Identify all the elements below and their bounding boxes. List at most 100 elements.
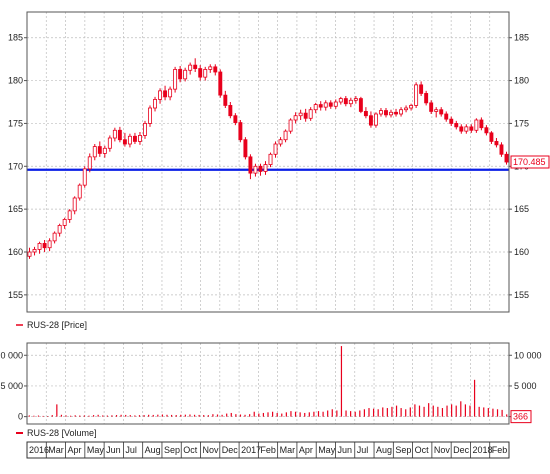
time-axis-label: Nov (434, 445, 451, 455)
volume-panel[interactable]: 0 000 5 000 0 10 000 5 000 0 366 (0, 342, 542, 425)
price-legend: RUS-28 [Price] (16, 320, 87, 330)
candle-body (459, 126, 464, 132)
price-right-tick-label: 180 (514, 76, 529, 86)
time-axis-label: Feb (492, 445, 508, 455)
candle-body (449, 118, 454, 124)
candle-body (67, 210, 72, 220)
candle-body (122, 139, 127, 145)
candle-body (368, 115, 373, 126)
volume-left-tick-label: 0 000 (0, 350, 23, 360)
candle-body (323, 102, 328, 108)
price-right-tick-label: 155 (514, 290, 529, 300)
candle-body (32, 249, 37, 253)
candle-body (434, 109, 439, 112)
candle-body (469, 126, 474, 131)
candle-body (198, 68, 203, 78)
candle-body (27, 251, 32, 257)
candle-body (42, 243, 47, 249)
candle-body (243, 139, 248, 158)
price-right-tick-label: 185 (514, 33, 529, 43)
candle-body (363, 111, 368, 117)
candle-body (223, 94, 228, 106)
time-axis-label: Apr (299, 445, 313, 455)
candle-body (474, 119, 479, 131)
candle-body (37, 243, 42, 250)
volume-right-tick-label: 5 000 (514, 381, 537, 391)
candle-body (228, 105, 233, 117)
candle-body (233, 115, 238, 123)
time-axis-label: Oct (415, 445, 430, 455)
time-axis-label: Jun (106, 445, 121, 455)
volume-last-value-marker: 366 (510, 410, 532, 424)
candle-body (168, 88, 173, 98)
candle-body (117, 129, 122, 141)
candle-body (97, 146, 102, 154)
time-axis-label: Sep (164, 445, 180, 455)
volume-left-axis: 0 000 5 000 0 (0, 350, 27, 422)
candle-body (424, 93, 429, 104)
volume-right-tick-label: 10 000 (514, 350, 542, 360)
candle-body (348, 99, 353, 105)
price-candles (27, 58, 509, 259)
time-axis-label: Dec (453, 445, 470, 455)
candle-body (273, 143, 278, 155)
candle-body (112, 129, 117, 139)
time-axis-label: Nov (203, 445, 220, 455)
price-left-tick-label: 170 (8, 161, 23, 171)
price-panel[interactable]: 155 160 165 170 175 180 185 155 160 165 170 175 180… (8, 11, 550, 313)
candle-body (158, 90, 163, 100)
volume-left-tick-label: 0 (18, 412, 23, 422)
candle-body (62, 219, 67, 226)
time-axis[interactable]: 2016 Mar Apr May Jun Jul Aug Sep Oct Nov Dec 2017 Fe… (26, 441, 510, 459)
candle-body (419, 84, 424, 94)
volume-legend-label: RUS-28 [Volume] (27, 428, 97, 438)
time-axis-label: Aug (145, 445, 161, 455)
candle-body (444, 113, 449, 120)
candle-body (163, 90, 168, 98)
price-left-tick-label: 185 (8, 33, 23, 43)
candle-body (208, 66, 213, 70)
candle-body (303, 112, 308, 119)
volume-bars (28, 346, 508, 417)
price-right-tick-label: 160 (514, 247, 529, 257)
candle-body (193, 64, 198, 69)
candle-body (47, 240, 52, 249)
candle-body (153, 99, 157, 109)
candle-body (328, 102, 333, 107)
candle-body (258, 165, 263, 172)
candle-body (399, 109, 404, 115)
time-axis-label: Jul (357, 445, 369, 455)
candle-body (238, 122, 243, 141)
candle-body (218, 71, 223, 96)
candle-body (293, 115, 298, 121)
price-last-value-label: 170.485 (513, 157, 546, 167)
volume-grid (27, 343, 509, 424)
time-axis-label: Jul (125, 445, 137, 455)
candle-body (379, 110, 383, 115)
candle-body (494, 141, 499, 146)
volume-legend: RUS-28 [Volume] (16, 428, 97, 438)
candle-body (343, 98, 348, 105)
chart-container: 155 160 165 170 175 180 185 155 160 165 170 175 180… (0, 11, 550, 459)
price-frame (26, 11, 510, 313)
candle-body (429, 102, 434, 112)
candle-body (188, 64, 193, 71)
candle-body (333, 101, 338, 107)
time-axis-label: Oct (183, 445, 198, 455)
price-grid (27, 12, 509, 312)
price-right-tick-label: 165 (514, 204, 529, 214)
time-axis-label: Sep (395, 445, 411, 455)
price-legend-label: RUS-28 [Price] (27, 320, 87, 330)
candle-body (409, 105, 414, 109)
candle-body (439, 109, 444, 115)
time-axis-label: Jun (337, 445, 352, 455)
candle-body (484, 127, 489, 134)
price-last-value-marker: 170.485 (506, 155, 550, 169)
time-axis-label: May (87, 445, 105, 455)
time-axis-label: Dec (222, 445, 239, 455)
candle-body (313, 104, 318, 111)
candle-body (253, 165, 258, 174)
candle-body (203, 69, 208, 78)
candle-body (464, 126, 469, 132)
candle-body (143, 123, 147, 136)
